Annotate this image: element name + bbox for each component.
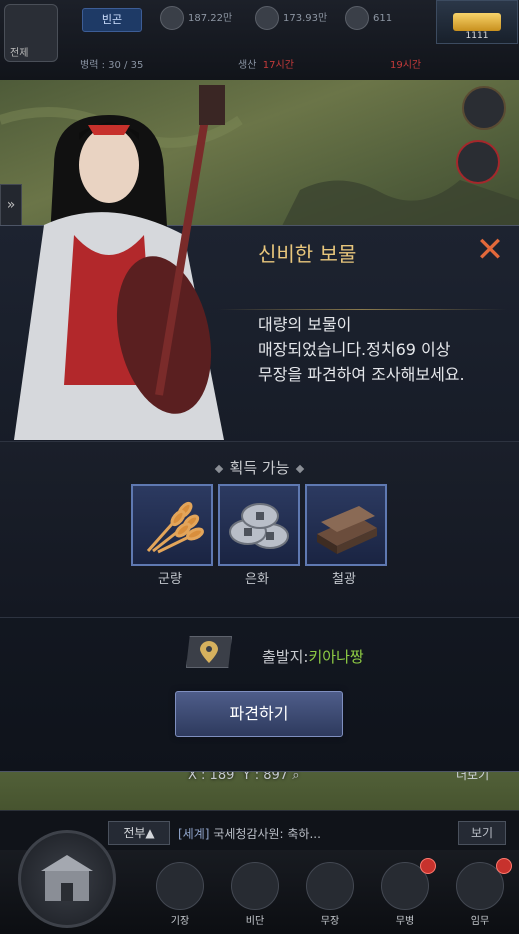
dialog-title: 신비한 보물 <box>258 242 357 266</box>
notification-badge <box>420 858 436 874</box>
reward-label-iron: 철광 <box>332 572 356 587</box>
helmet-icon <box>306 862 354 910</box>
iron-ingot-icon <box>317 506 377 554</box>
dispatch-button[interactable]: 파견하기 <box>175 691 343 737</box>
reward-item-silver[interactable] <box>218 484 300 566</box>
armor-icon <box>156 862 204 910</box>
reward-item-iron[interactable] <box>305 484 387 566</box>
nav-item-2[interactable]: 비단 <box>227 862 283 927</box>
chat-message[interactable]: [세계] 국세청감사원: 축하... <box>178 825 321 842</box>
food-resource[interactable]: 187.22만 <box>160 6 232 32</box>
location-pin-icon <box>200 641 218 663</box>
chat-view-button[interactable]: 보기 <box>458 821 506 845</box>
nav-item-1[interactable]: 기장 <box>152 862 208 927</box>
castle-button[interactable] <box>18 830 116 928</box>
reward-item-food[interactable] <box>131 484 213 566</box>
general-portrait <box>14 85 225 440</box>
production-timer: 생산 17시간 <box>238 60 294 71</box>
wheat-icon <box>146 501 204 554</box>
reward-label-silver: 은화 <box>245 572 269 587</box>
book-icon <box>231 862 279 910</box>
close-icon[interactable]: ✕ <box>470 230 510 270</box>
troop-count: 병력 : 30 / 35 <box>80 60 144 71</box>
reward-label-food: 군량 <box>158 572 182 587</box>
iron-resource[interactable]: 611 <box>345 6 392 32</box>
dialog-description: 대량의 보물이 매장되었습니다.정치69 이상 무장을 파견하여 조사해보세요. <box>258 315 465 384</box>
silver-resource[interactable]: 173.93만 <box>255 6 327 32</box>
event-button[interactable] <box>456 140 500 184</box>
city-label: 전제 <box>10 48 29 59</box>
food-icon <box>160 6 184 30</box>
gold-bars-icon <box>453 13 501 31</box>
notification-badge <box>496 858 512 874</box>
nav-item-3[interactable]: 무장 <box>302 862 358 927</box>
header-divider <box>218 309 506 310</box>
top-resource-bar: 전제 빈곤 187.22만 173.93만 611 1111 병력 : 30 /… <box>0 0 519 81</box>
gold-button[interactable]: 1111 <box>436 0 518 44</box>
chat-channel-tab[interactable]: 전부▲ <box>108 821 170 845</box>
side-menu-button-1[interactable] <box>462 86 506 130</box>
silver-icon <box>255 6 279 30</box>
castle-gate-icon <box>41 855 93 901</box>
rewards-title: 획득 가능 <box>0 457 519 478</box>
departure-location: 출발지:키아나짱 <box>262 648 364 666</box>
gold-value: 1111 <box>465 31 489 41</box>
iron-icon <box>345 6 369 30</box>
secondary-timer: 19시간 <box>390 60 422 71</box>
location-pin-button[interactable] <box>186 636 232 668</box>
silver-coins-icon <box>229 503 289 549</box>
mode-tag[interactable]: 빈곤 <box>82 8 142 32</box>
